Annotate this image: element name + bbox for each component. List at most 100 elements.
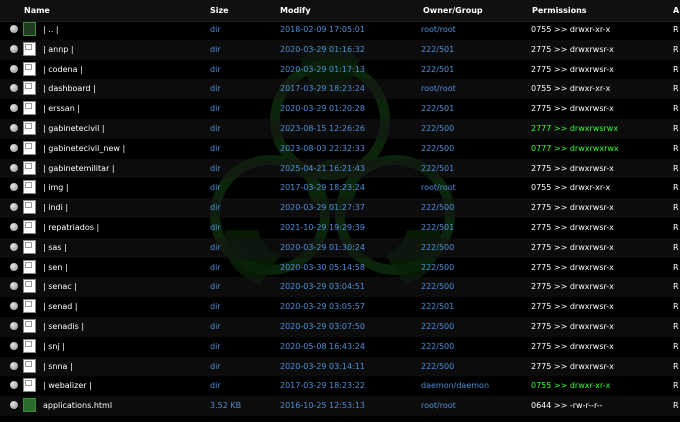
select-radio[interactable] [10,123,18,132]
rename-action-link[interactable]: R [673,124,679,133]
table-row[interactable]: | senad | dir 2020-03-29 03:05:57 222/501 27… [0,297,680,317]
permissions-link[interactable]: 0777 >> drwxrwxrwx [531,144,619,153]
rename-action-link[interactable]: R [673,342,679,351]
file-name-link[interactable]: | snj | [43,342,65,351]
permissions-link[interactable]: 2775 >> drwxrwsr-x [531,104,614,113]
table-row[interactable]: | sen | dir 2020-03-30 05:14:58 222/500 2775… [0,258,680,278]
column-header-owner-group[interactable]: Owner/Group [423,6,483,15]
rename-action-link[interactable]: R [673,25,679,34]
rename-action-link[interactable]: R [673,65,679,74]
file-name-link[interactable]: | .. | [43,25,59,34]
rename-action-link[interactable]: R [673,45,679,54]
rename-action-link[interactable]: R [673,302,679,311]
select-radio[interactable] [10,44,18,53]
permissions-link[interactable]: 0644 >> -rw-r--r-- [531,401,603,410]
select-radio[interactable] [10,302,18,311]
permissions-link[interactable]: 2775 >> drwxrwsr-x [531,164,614,173]
rename-action-link[interactable]: R [673,104,679,113]
column-header-name[interactable]: Name [24,6,50,15]
permissions-link[interactable]: 2777 >> drwxrwsrwx [531,124,618,133]
select-radio[interactable] [10,143,18,152]
file-name-link[interactable]: | dashboard | [43,84,96,93]
permissions-link[interactable]: 2775 >> drwxrwsr-x [531,362,614,371]
permissions-link[interactable]: 0755 >> drwxr-xr-x [531,381,610,390]
column-header-actions[interactable]: A [673,6,679,15]
rename-action-link[interactable]: R [673,164,679,173]
table-row[interactable]: | sas | dir 2020-03-29 01:30:24 222/500 2775… [0,237,680,258]
file-name-link[interactable]: | senac | [43,282,77,291]
file-name-link[interactable]: | senad | [43,302,78,311]
select-radio[interactable] [10,84,18,93]
select-radio[interactable] [10,401,18,410]
select-radio[interactable] [10,282,18,291]
table-row[interactable]: | .. | dir 2018-02-09 17:05:01 root/root 075… [0,20,680,40]
permissions-link[interactable]: 2775 >> drwxrwsr-x [531,45,614,54]
table-row[interactable]: | repatriados | dir 2021-10-29 19:29:39 222… [0,218,680,238]
table-row[interactable]: applications.html 3.52 KB 2016-10-25 12:53… [0,396,680,416]
select-radio[interactable] [10,321,18,330]
file-name-link[interactable]: | img | [43,183,69,192]
select-radio[interactable] [10,64,18,73]
table-row[interactable]: | webalizer | dir 2017-03-29 18:23:22 daemo… [0,376,680,396]
rename-action-link[interactable]: R [673,322,679,331]
table-row[interactable]: | snna | dir 2020-03-29 03:14:11 222/500 277… [0,356,680,377]
permissions-link[interactable]: 0755 >> drwxr-xr-x [531,25,610,34]
table-row[interactable]: | gabinetecivil | dir 2023-08-15 12:26:26 2… [0,118,680,139]
select-radio[interactable] [10,25,18,33]
permissions-link[interactable]: 0755 >> drwxr-xr-x [531,84,610,93]
select-radio[interactable] [10,341,18,350]
file-name-link[interactable]: | gabinetecivil_new | [43,144,125,153]
file-name-link[interactable]: | gabinetecivil | [43,124,105,133]
file-name-link[interactable]: applications.html [43,401,112,410]
rename-action-link[interactable]: R [673,243,679,252]
select-radio[interactable] [10,222,18,231]
file-name-link[interactable]: | codena | [43,65,83,74]
select-radio[interactable] [10,361,18,370]
rename-action-link[interactable]: R [673,223,679,232]
table-row[interactable]: | img | dir 2017-03-29 18:23:24 root/root 07… [0,178,680,198]
select-radio[interactable] [10,203,18,212]
table-row[interactable]: | snj | dir 2020-05-08 16:43:24 222/500 2775… [0,337,680,357]
file-name-link[interactable]: | gabinetemilitar | [43,164,115,173]
column-header-permissions[interactable]: Permissions [532,6,587,15]
select-radio[interactable] [10,163,18,172]
file-name-link[interactable]: | annp | [43,45,74,54]
file-name-link[interactable]: | snna | [43,362,73,371]
table-row[interactable]: | senac | dir 2020-03-29 03:04:51 222/500 27… [0,277,680,298]
permissions-link[interactable]: 2775 >> drwxrwsr-x [531,322,614,331]
rename-action-link[interactable]: R [673,263,679,272]
select-radio[interactable] [10,242,18,251]
permissions-link[interactable]: 2775 >> drwxrwsr-x [531,282,614,291]
permissions-link[interactable]: 2775 >> drwxrwsr-x [531,203,614,212]
column-header-modify[interactable]: Modify [280,6,311,15]
file-name-link[interactable]: | webalizer | [43,381,92,390]
table-row[interactable]: | gabinetemilitar | dir 2025-04-21 16:21:4… [0,158,680,179]
select-radio[interactable] [10,262,18,271]
table-row[interactable]: | annp | dir 2020-03-29 01:16:32 222/501 277… [0,39,680,60]
permissions-link[interactable]: 2775 >> drwxrwsr-x [531,243,614,252]
rename-action-link[interactable]: R [673,183,679,192]
permissions-link[interactable]: 2775 >> drwxrwsr-x [531,342,614,351]
file-name-link[interactable]: | indi | [43,203,68,212]
permissions-link[interactable]: 2775 >> drwxrwsr-x [531,223,614,232]
table-row[interactable]: | senadis | dir 2020-03-29 03:07:50 222/500… [0,316,680,337]
file-name-link[interactable]: | senadis | [43,322,84,331]
select-radio[interactable] [10,104,18,113]
rename-action-link[interactable]: R [673,381,679,390]
permissions-link[interactable]: 2775 >> drwxrwsr-x [531,65,614,74]
table-row[interactable]: | gabinetecivil_new | dir 2023-08-03 22:32… [0,139,680,159]
table-row[interactable]: | erssan | dir 2020-03-29 01:20:28 222/501 2… [0,99,680,119]
rename-action-link[interactable]: R [673,144,679,153]
permissions-link[interactable]: 2775 >> drwxrwsr-x [531,302,614,311]
table-row[interactable]: | indi | dir 2020-03-29 01:27:37 222/500 277… [0,198,680,218]
rename-action-link[interactable]: R [673,282,679,291]
table-row[interactable]: | dashboard | dir 2017-03-29 18:23:24 root/… [0,79,680,100]
permissions-link[interactable]: 2775 >> drwxrwsr-x [531,263,614,272]
file-name-link[interactable]: | repatriados | [43,223,99,232]
select-radio[interactable] [10,381,18,390]
file-name-link[interactable]: | sas | [43,243,67,252]
file-name-link[interactable]: | sen | [43,263,68,272]
rename-action-link[interactable]: R [673,362,679,371]
permissions-link[interactable]: 0755 >> drwxr-xr-x [531,183,610,192]
rename-action-link[interactable]: R [673,203,679,212]
